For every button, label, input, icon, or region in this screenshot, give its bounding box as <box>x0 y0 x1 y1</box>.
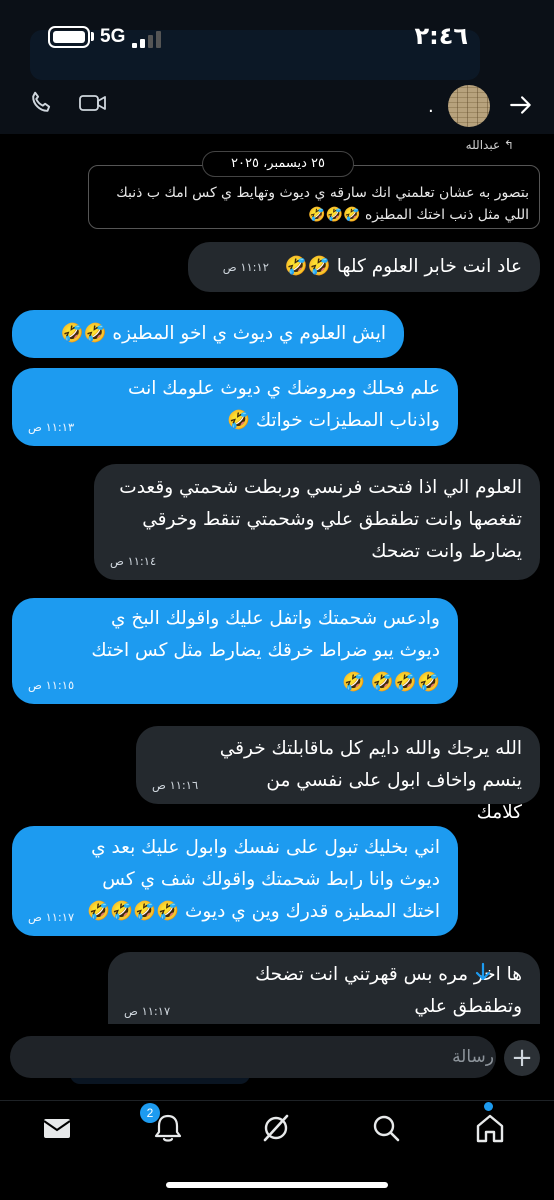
home-unread-dot <box>484 1102 493 1111</box>
message-time: ١١:١٣ ص <box>28 420 75 434</box>
message-bubble[interactable]: الله يرجك والله دايم كل ماقابلتك خرقي ين… <box>136 726 540 823</box>
message-time: ١١:١٧ ص <box>124 1004 171 1018</box>
message-time: ١١:١٧ ص <box>28 910 75 924</box>
message-text: العلوم الي اذا فتحت فرنسي وربطت شحمتي وق… <box>119 477 522 562</box>
contact-name[interactable]: . <box>428 96 434 117</box>
blurred-region <box>30 30 480 80</box>
message-text: وادعس شحمتك واتفل عليك واقولك البخ ي ديو… <box>91 608 440 693</box>
message-text: الله يرجك والله دايم كل ماقابلتك خرقي ين… <box>219 738 522 823</box>
message-time: ١١:١٥ ص <box>28 678 75 692</box>
reply-reference: ↰ عبدالله <box>465 138 514 152</box>
scroll-down-icon[interactable] <box>466 955 500 989</box>
quoted-message-text: بتصور به عشان تعلمني انك سارقه ي ديوث وت… <box>116 185 529 223</box>
battery-tip <box>91 32 94 41</box>
status-time: ٢:٤٦ <box>414 22 468 50</box>
home-indicator <box>166 1182 388 1188</box>
message-time: ١١:١٦ ص <box>152 778 199 792</box>
message-input[interactable] <box>10 1036 496 1078</box>
message-text: اني بخليك تبول على نفسك وابول عليك بعد ي… <box>86 837 440 922</box>
message-bubble[interactable]: عاد انت خابر العلوم كلها 🤣🤣 ١١:١٢ ص <box>188 242 540 292</box>
message-bubble[interactable]: وادعس شحمتك واتفل عليك واقولك البخ ي ديو… <box>12 598 458 704</box>
message-text: عاد انت خابر العلوم كلها 🤣🤣 <box>284 256 522 277</box>
message-bubble[interactable]: العلوم الي اذا فتحت فرنسي وربطت شحمتي وق… <box>94 464 540 580</box>
message-bubble[interactable]: ايش العلوم ي ديوث ي اخو المطيزه 🤣🤣 <box>12 310 404 358</box>
grok-tab-icon[interactable] <box>256 1108 296 1148</box>
home-tab-icon[interactable] <box>470 1108 510 1148</box>
message-bubble[interactable]: اني بخليك تبول على نفسك وابول عليك بعد ي… <box>12 826 458 936</box>
network-label: 5G <box>100 26 126 47</box>
contact-avatar[interactable] <box>448 85 490 127</box>
message-text: ايش العلوم ي ديوث ي اخو المطيزه 🤣🤣 <box>60 323 386 344</box>
search-tab-icon[interactable] <box>366 1108 406 1148</box>
message-time: ١١:١٤ ص <box>110 554 157 568</box>
video-call-icon[interactable] <box>78 90 108 116</box>
back-arrow-icon[interactable] <box>508 92 534 118</box>
message-input-placeholder: رسالة <box>452 1047 494 1067</box>
message-bubble[interactable]: علم فحلك ومروضك ي ديوث علومك انت واذناب … <box>12 368 458 446</box>
date-separator: ٢٥ ديسمبر، ٢٠٢٥ <box>202 151 354 177</box>
message-time: ١١:١٢ ص <box>222 260 269 274</box>
message-text: علم فحلك ومروضك ي ديوث علومك انت واذناب … <box>127 378 440 431</box>
phone-call-icon[interactable] <box>28 90 54 116</box>
notifications-badge: 2 <box>140 1103 160 1123</box>
signal-icon <box>132 30 162 48</box>
messages-tab-icon[interactable] <box>36 1108 76 1148</box>
battery-icon <box>48 26 90 48</box>
add-attachment-button[interactable]: + <box>504 1040 540 1076</box>
message-list: ↰ عبدالله بتصور به عشان تعلمني انك سارقه… <box>0 134 554 1030</box>
